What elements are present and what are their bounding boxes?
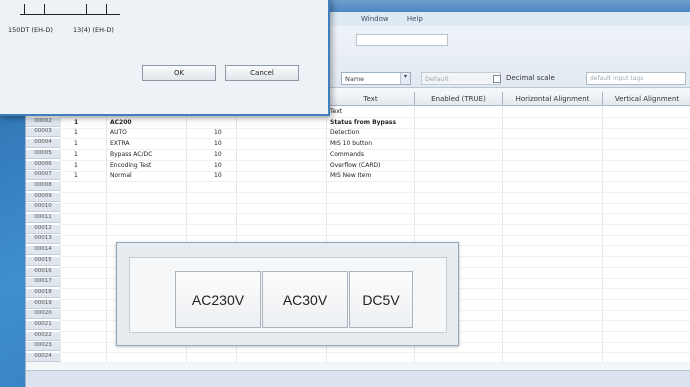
decimal-scale-label: Decimal scale bbox=[506, 74, 555, 82]
grid-cell-name[interactable]: AC200 bbox=[110, 119, 132, 126]
grid-cell-text[interactable]: Text bbox=[330, 108, 342, 115]
grid-cell-text[interactable]: MIS 10 button bbox=[330, 140, 372, 147]
row-line bbox=[60, 138, 690, 140]
row-number[interactable]: 00024 bbox=[26, 353, 60, 363]
row-line bbox=[60, 234, 690, 236]
ok-button[interactable]: OK bbox=[142, 65, 216, 81]
row-number[interactable]: 00013 bbox=[26, 235, 60, 245]
row-number[interactable]: 00007 bbox=[26, 171, 60, 181]
grid-cell-id[interactable]: 1 bbox=[74, 140, 78, 147]
row-number[interactable]: 00023 bbox=[26, 342, 60, 352]
settings-dialog: 150DT (EH-D) 13(4) (EH-D) OK Cancel bbox=[0, 0, 330, 116]
row-number[interactable]: 00021 bbox=[26, 321, 60, 330]
disabled-combo-value: Default bbox=[425, 75, 449, 83]
grid-cell-val[interactable]: 10 bbox=[214, 140, 222, 147]
status-bar bbox=[26, 370, 690, 387]
row-number[interactable]: 00014 bbox=[26, 246, 60, 256]
row-line bbox=[60, 213, 690, 215]
tick-label-2: 13(4) (EH-D) bbox=[72, 26, 114, 34]
tick-mark bbox=[86, 4, 87, 14]
grid-cell-text[interactable]: Status from Bypass bbox=[330, 119, 396, 126]
grid-cell-text[interactable]: Overflow (CARD) bbox=[330, 162, 380, 169]
row-line bbox=[60, 149, 690, 151]
voltage-panel: AC230V AC30V DC5V bbox=[116, 242, 459, 346]
row-line bbox=[60, 352, 690, 354]
name-combo[interactable]: Name ▾ bbox=[341, 72, 411, 85]
chevron-down-icon[interactable]: ▾ bbox=[400, 73, 410, 84]
grid-cell-id[interactable]: 1 bbox=[74, 151, 78, 158]
row-number[interactable]: 00002 bbox=[26, 117, 60, 127]
decimal-scale-checkbox[interactable] bbox=[493, 75, 501, 83]
disabled-combo: Default bbox=[421, 72, 501, 85]
grid-cell-name[interactable]: Encoding Test bbox=[110, 162, 151, 169]
tick-mark bbox=[44, 4, 45, 14]
row-line bbox=[60, 363, 690, 365]
col-header-text[interactable]: Text bbox=[326, 92, 414, 106]
menu-item-help[interactable]: Help bbox=[407, 15, 423, 23]
tick-mark bbox=[24, 4, 25, 14]
row-number[interactable]: 00020 bbox=[26, 310, 60, 320]
col-header-enabled[interactable]: Enabled (TRUE) bbox=[414, 92, 502, 106]
grid-cell-id[interactable]: 1 bbox=[74, 119, 78, 126]
grid-cell-val[interactable]: 10 bbox=[214, 129, 222, 136]
name-combo-value: Name bbox=[345, 75, 365, 83]
cancel-button[interactable]: Cancel bbox=[225, 65, 299, 81]
voltage-panel-body: AC230V AC30V DC5V bbox=[129, 257, 447, 333]
row-number[interactable]: 00008 bbox=[26, 181, 60, 191]
col-header-vertical-alignment[interactable]: Vertical Alignment bbox=[602, 92, 690, 106]
grid-cell-val[interactable]: 10 bbox=[214, 151, 222, 158]
grid-cell-name[interactable]: AUTO bbox=[110, 129, 127, 136]
tick-label-1: 150DT (EH-D) bbox=[8, 26, 53, 34]
ac30v-button[interactable]: AC30V bbox=[262, 271, 348, 328]
grid-cell-name[interactable]: Normal bbox=[110, 172, 132, 179]
row-number[interactable]: 00009 bbox=[26, 192, 60, 202]
grid-cell-val[interactable]: 10 bbox=[214, 162, 222, 169]
row-number[interactable]: 00016 bbox=[26, 267, 60, 277]
row-number[interactable]: 00011 bbox=[26, 214, 60, 223]
tick-scale bbox=[20, 14, 120, 15]
grid-cell-text[interactable]: Commands bbox=[330, 151, 364, 158]
dc5v-button[interactable]: DC5V bbox=[349, 271, 413, 328]
grid-cell-text[interactable]: MIS New Item bbox=[330, 172, 371, 179]
row-number[interactable]: 00004 bbox=[26, 139, 60, 149]
grid-cell-name[interactable]: EXTRA bbox=[110, 140, 130, 147]
menu-item-window[interactable]: Window bbox=[361, 15, 389, 23]
tag-search-placeholder: default input tags bbox=[590, 75, 644, 82]
grid-cell-id[interactable]: 1 bbox=[74, 162, 78, 169]
row-line bbox=[60, 127, 690, 129]
row-number[interactable]: 00019 bbox=[26, 299, 60, 309]
grid-cell-id[interactable]: 1 bbox=[74, 172, 78, 179]
tick-mark bbox=[106, 4, 107, 14]
row-number[interactable]: 00005 bbox=[26, 149, 60, 159]
grid-cell-name[interactable]: Bypass AC/DC bbox=[110, 151, 152, 158]
row-number[interactable]: 00012 bbox=[26, 224, 60, 234]
ribbon-input[interactable] bbox=[356, 34, 448, 46]
col-header-horizontal-alignment[interactable]: Horizontal Alignment bbox=[502, 92, 602, 106]
row-number[interactable]: 00015 bbox=[26, 256, 60, 266]
row-number[interactable]: 00018 bbox=[26, 288, 60, 298]
row-number[interactable]: 00010 bbox=[26, 203, 60, 213]
row-number[interactable]: 00003 bbox=[26, 128, 60, 138]
row-line bbox=[60, 202, 690, 204]
grid-cell-text[interactable]: Detection bbox=[330, 129, 359, 136]
row-line bbox=[60, 170, 690, 172]
row-line bbox=[60, 181, 690, 183]
grid-cell-id[interactable]: 1 bbox=[74, 129, 78, 136]
grid-cell-val[interactable]: 10 bbox=[214, 172, 222, 179]
tag-search-input[interactable]: default input tags bbox=[586, 72, 686, 85]
row-line bbox=[60, 224, 690, 225]
row-number[interactable]: 00022 bbox=[26, 331, 60, 341]
row-number[interactable]: 00017 bbox=[26, 278, 60, 288]
row-line bbox=[60, 191, 690, 193]
ac230v-button[interactable]: AC230V bbox=[175, 271, 261, 328]
row-number[interactable]: 00006 bbox=[26, 160, 60, 170]
dialog-tick-labels: 150DT (EH-D) 13(4) (EH-D) bbox=[8, 26, 132, 34]
